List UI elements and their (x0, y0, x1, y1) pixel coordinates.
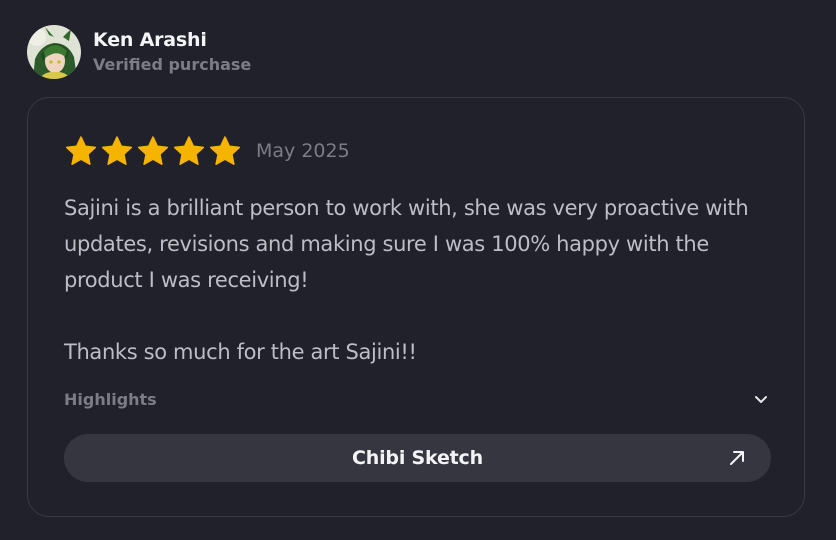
star-rating (65, 135, 245, 167)
avatar-image (27, 25, 81, 79)
review-text: Sajini is a brilliant person to work wit… (64, 190, 764, 370)
reviewer-header: Ken Arashi Verified purchase (27, 25, 251, 79)
highlights-toggle[interactable]: Highlights (64, 384, 769, 414)
reviewer-info: Ken Arashi Verified purchase (93, 27, 251, 77)
reviewer-name[interactable]: Ken Arashi (93, 27, 251, 53)
star-icon (137, 135, 169, 167)
star-icon (209, 135, 241, 167)
chevron-down-icon[interactable] (753, 391, 769, 407)
product-label: Chibi Sketch (352, 447, 483, 469)
review-paragraph: Sajini is a brilliant person to work wit… (64, 196, 749, 292)
review-date: May 2025 (256, 140, 350, 162)
review-paragraph: Thanks so much for the art Sajini!! (64, 340, 417, 364)
review-page: Ken Arashi Verified purchase May 2025 Sa… (0, 0, 836, 540)
arrow-up-right-icon (727, 448, 747, 468)
review-card: May 2025 Sajini is a brilliant person to… (27, 97, 805, 517)
highlights-label: Highlights (64, 389, 157, 409)
star-icon (173, 135, 205, 167)
star-icon (101, 135, 133, 167)
star-icon (65, 135, 97, 167)
rating-row: May 2025 (65, 135, 350, 167)
verified-purchase-label: Verified purchase (93, 55, 252, 74)
avatar[interactable] (27, 25, 81, 79)
product-link-button[interactable]: Chibi Sketch (64, 434, 771, 482)
